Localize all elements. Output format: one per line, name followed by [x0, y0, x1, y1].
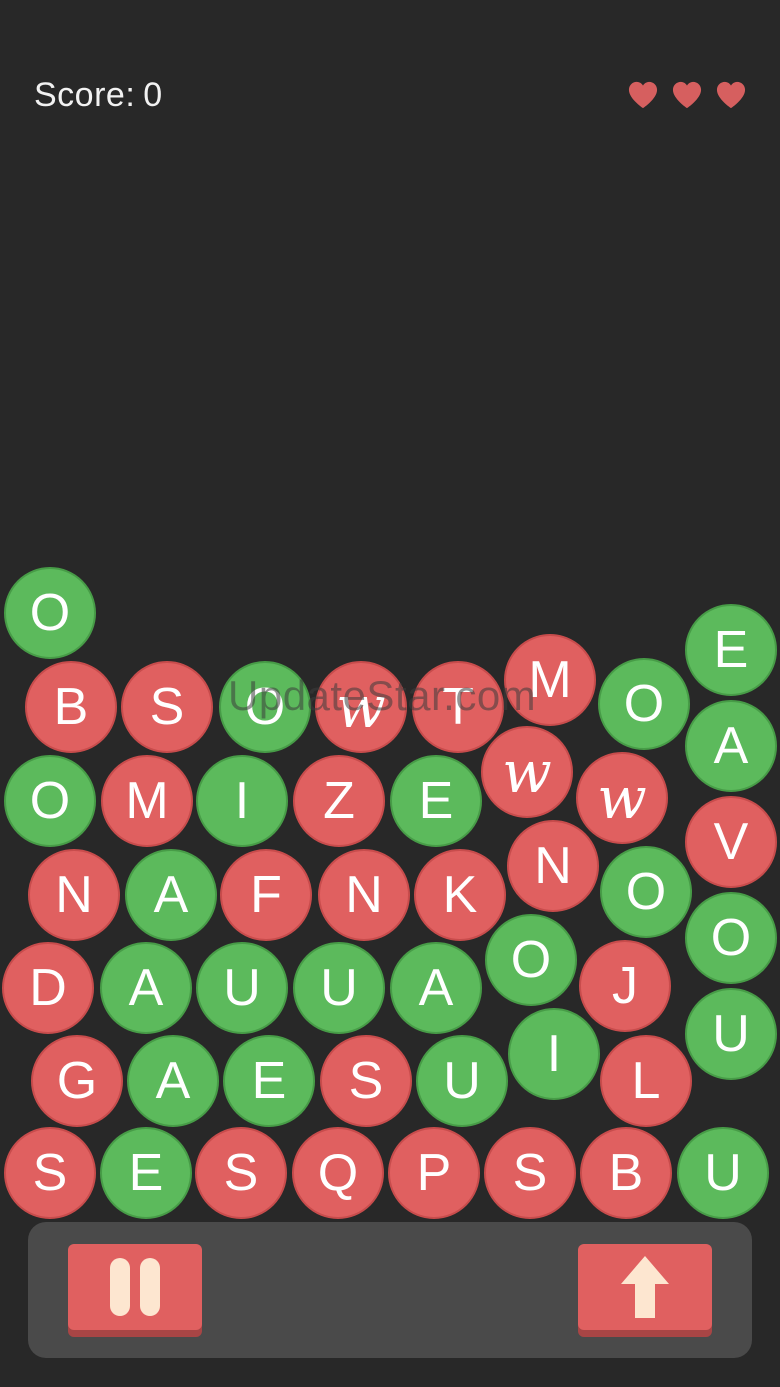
letter-ball-red[interactable]: J — [579, 940, 671, 1032]
letter-ball-green[interactable]: A — [390, 942, 482, 1034]
letter-ball-red[interactable]: Z — [293, 755, 385, 847]
letter-ball-red[interactable]: Q — [292, 1127, 384, 1219]
letter-ball-green[interactable]: A — [127, 1035, 219, 1127]
letter-ball-green[interactable]: I — [196, 755, 288, 847]
letter-ball-red[interactable]: T — [412, 661, 504, 753]
letter-ball-red[interactable]: D — [2, 942, 94, 1034]
lives-indicator — [628, 80, 746, 110]
letter-ball-green[interactable]: O — [485, 914, 577, 1006]
launch-button[interactable] — [578, 1244, 712, 1330]
letter-ball-green[interactable]: U — [196, 942, 288, 1034]
letter-ball-red[interactable]: w — [481, 726, 573, 818]
letter-ball-green[interactable]: O — [4, 567, 96, 659]
letter-ball-red[interactable]: G — [31, 1035, 123, 1127]
letter-ball-red[interactable]: N — [507, 820, 599, 912]
letter-ball-green[interactable]: U — [677, 1127, 769, 1219]
pause-button[interactable] — [68, 1244, 202, 1330]
score-display: Score: 0 — [34, 76, 163, 115]
letter-ball-green[interactable]: O — [600, 846, 692, 938]
letter-ball-red[interactable]: B — [25, 661, 117, 753]
letter-ball-red[interactable]: P — [388, 1127, 480, 1219]
heart-icon — [672, 81, 702, 109]
letter-ball-green[interactable]: O — [598, 658, 690, 750]
letter-ball-green[interactable]: I — [508, 1008, 600, 1100]
letter-ball-green[interactable]: O — [4, 755, 96, 847]
letter-ball-green[interactable]: U — [416, 1035, 508, 1127]
letter-ball-red[interactable]: S — [195, 1127, 287, 1219]
letter-ball-green[interactable]: A — [125, 849, 217, 941]
letter-ball-red[interactable]: V — [685, 796, 777, 888]
letter-ball-green[interactable]: A — [685, 700, 777, 792]
letter-ball-red[interactable]: w — [576, 752, 668, 844]
letter-ball-red[interactable]: N — [318, 849, 410, 941]
letter-ball-green[interactable]: E — [390, 755, 482, 847]
letter-ball-red[interactable]: F — [220, 849, 312, 941]
letter-ball-green[interactable]: U — [685, 988, 777, 1080]
letter-ball-red[interactable]: M — [101, 755, 193, 847]
letter-ball-red[interactable]: S — [4, 1127, 96, 1219]
letter-ball-green[interactable]: A — [100, 942, 192, 1034]
control-bar — [28, 1222, 752, 1358]
letter-ball-green[interactable]: U — [293, 942, 385, 1034]
letter-ball-red[interactable]: B — [580, 1127, 672, 1219]
letter-ball-green[interactable]: O — [685, 892, 777, 984]
letter-ball-red[interactable]: S — [484, 1127, 576, 1219]
letter-ball-red[interactable]: S — [121, 661, 213, 753]
letter-ball-red[interactable]: N — [28, 849, 120, 941]
heart-icon — [716, 81, 746, 109]
heart-icon — [628, 81, 658, 109]
letter-ball-red[interactable]: w — [315, 661, 407, 753]
letter-ball-red[interactable]: K — [414, 849, 506, 941]
letter-ball-red[interactable]: S — [320, 1035, 412, 1127]
ball-board: OEBSOwTMOAOMIZEwwVNAFNKNOODAUUAOJUGAESUI… — [0, 0, 780, 1387]
arrow-up-icon — [621, 1256, 669, 1318]
letter-ball-green[interactable]: E — [223, 1035, 315, 1127]
letter-ball-red[interactable]: L — [600, 1035, 692, 1127]
letter-ball-green[interactable]: O — [219, 661, 311, 753]
letter-ball-green[interactable]: E — [100, 1127, 192, 1219]
score-value: 0 — [143, 76, 163, 114]
pause-icon — [105, 1258, 165, 1316]
letter-ball-red[interactable]: M — [504, 634, 596, 726]
letter-ball-green[interactable]: E — [685, 604, 777, 696]
score-label: Score: — [34, 76, 136, 114]
